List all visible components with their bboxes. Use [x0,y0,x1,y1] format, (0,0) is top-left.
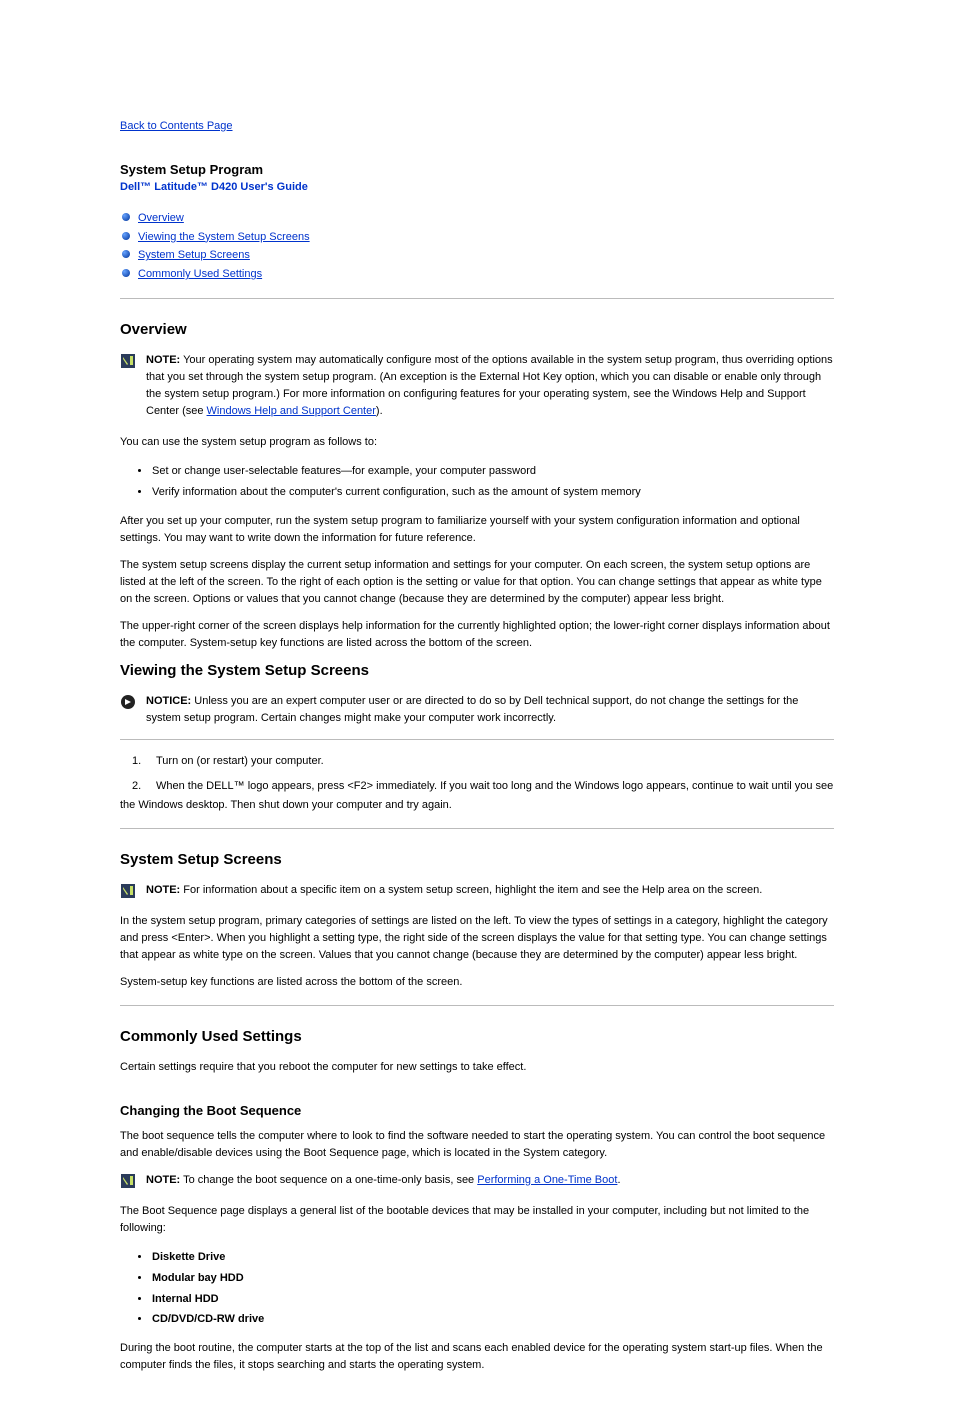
common-para: Certain settings require that you reboot… [120,1059,834,1076]
note-icon [120,353,140,372]
steps-list: 1.Turn on (or restart) your computer. 2.… [120,752,834,814]
step-num: 2. [132,777,156,796]
notice-block: NOTICE: Unless you are an expert compute… [120,693,834,731]
step-2: 2.When the DELL™ logo appears, press <F2… [120,777,834,814]
common-heading: Commonly Used Settings [120,1028,834,1045]
use-item: Verify information about the computer's … [138,482,834,503]
note-icon [120,883,140,902]
note-text: For information about a specific item on… [180,884,762,896]
note-label: NOTE: [146,354,180,366]
screens-desc: The system setup screens display the cur… [120,557,834,608]
device-item: CD/DVD/CD-RW drive [138,1309,834,1330]
page-title: System Setup Program [120,162,834,177]
notice-text: Unless you are an expert computer user o… [146,695,798,724]
note-label: NOTE: [146,1174,180,1186]
screens-desc-2: The upper-right corner of the screen dis… [120,618,834,652]
one-time-boot-link[interactable]: Performing a One-Time Boot [477,1174,617,1186]
toc-common-settings[interactable]: Commonly Used Settings [138,268,262,280]
doc-title: Dell™ Latitude™ D420 User's Guide [120,181,834,193]
note-text: To change the boot sequence on a one-tim… [180,1174,477,1186]
note-icon [120,1173,140,1192]
back-to-contents-link[interactable]: Back to Contents Page [120,120,233,132]
note-after: ). [376,405,383,417]
boot-seq-para2: The Boot Sequence page displays a genera… [120,1203,834,1237]
sys-screens-para1: In the system setup program, primary cat… [120,913,834,964]
divider [120,828,834,829]
device-list: Diskette Drive Modular bay HDD Internal … [138,1247,834,1331]
step-text: When the DELL™ logo appears, press <F2> … [120,780,833,811]
notice-label: NOTICE: [146,695,191,707]
sys-screens-para2: System-setup key functions are listed ac… [120,974,834,991]
use-item-text: Set or change user-selectable features—f… [152,465,536,477]
notice-icon [120,694,140,713]
toc-overview[interactable]: Overview [138,212,184,224]
use-item: Set or change user-selectable features—f… [138,461,834,482]
boot-seq-heading: Changing the Boot Sequence [120,1103,834,1118]
divider [120,739,834,740]
boot-routine-para: During the boot routine, the computer st… [120,1340,834,1374]
toc-system-setup-screens[interactable]: System Setup Screens [138,249,250,261]
toc-list: Overview Viewing the System Setup Screen… [120,209,834,284]
overview-heading: Overview [120,321,834,338]
divider [120,298,834,299]
after-setup-para: After you set up your computer, run the … [120,513,834,547]
device-item: Internal HDD [138,1289,834,1310]
help-center-link[interactable]: Windows Help and Support Center [207,405,376,417]
viewing-heading: Viewing the System Setup Screens [120,662,834,679]
note-after: . [617,1174,620,1186]
use-intro: You can use the system setup program as … [120,434,834,451]
use-list: Set or change user-selectable features—f… [138,461,834,503]
step-1: 1.Turn on (or restart) your computer. [120,752,834,771]
step-text: Turn on (or restart) your computer. [156,755,324,767]
sys-screens-heading: System Setup Screens [120,851,834,868]
device-item: Diskette Drive [138,1247,834,1268]
note-label: NOTE: [146,884,180,896]
step-num: 1. [132,752,156,771]
boot-seq-para: The boot sequence tells the computer whe… [120,1128,834,1162]
device-item: Modular bay HDD [138,1268,834,1289]
divider [120,1005,834,1006]
note-block: NOTE: Your operating system may automati… [120,352,834,424]
note-block-2: NOTE: For information about a specific i… [120,882,834,903]
note-block-3: NOTE: To change the boot sequence on a o… [120,1172,834,1193]
toc-viewing-screens[interactable]: Viewing the System Setup Screens [138,231,310,243]
